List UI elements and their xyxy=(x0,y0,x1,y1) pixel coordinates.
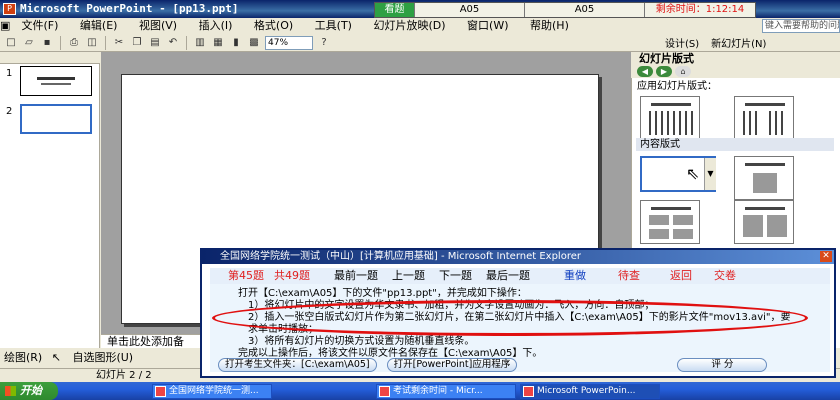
return-button[interactable]: 返回 xyxy=(670,268,692,284)
window-title: Microsoft PowerPoint - [pp13.ppt] xyxy=(20,2,239,15)
windows-logo-icon xyxy=(5,386,16,396)
toolbar-separator xyxy=(186,35,187,50)
highlight-annotation xyxy=(212,300,808,336)
question-line: 打开【C:\exam\A05】下的文件"pp13.ppt"，并完成如下操作： xyxy=(238,288,527,299)
remaining-time: 剩余时间：1:12:14 xyxy=(655,4,745,15)
table-icon[interactable]: ▦ xyxy=(211,36,225,50)
exam-code-2: A05 xyxy=(525,3,645,17)
design-button[interactable]: 设计(S) xyxy=(665,35,699,50)
help-icon[interactable]: ? xyxy=(317,36,331,50)
exam-code: A05 xyxy=(415,3,525,17)
start-label: 开始 xyxy=(20,384,42,397)
ie-icon xyxy=(379,385,390,397)
layout-title-content[interactable] xyxy=(734,156,794,200)
dialog-actions: 打开考生文件夹：[C:\exam\A05] 打开[PowerPoint]应用程序… xyxy=(210,358,830,372)
powerpoint-icon xyxy=(523,385,534,397)
toolbar-separator xyxy=(60,35,61,50)
select-arrow-icon[interactable]: ↖ xyxy=(52,351,61,364)
question-line: 完成以上操作后，将该文件以原文件名保存在【C:\exam\A05】下。 xyxy=(238,348,543,358)
menu-help[interactable]: 帮助(H) xyxy=(530,18,569,34)
last-question-button[interactable]: 最后一题 xyxy=(486,268,530,284)
open-icon[interactable]: ▱ xyxy=(22,36,36,50)
submit-button[interactable]: 交卷 xyxy=(714,268,736,284)
copy-icon[interactable]: ❐ xyxy=(130,36,144,50)
slide-thumbnail-1[interactable] xyxy=(20,66,92,96)
powerpoint-icon: P xyxy=(3,3,16,15)
question-nav: 第45题 共49题 最前一题 上一题 下一题 最后一题 重做 待查 返回 交卷 xyxy=(210,268,830,284)
layout-title-and-list[interactable] xyxy=(640,96,700,140)
task-pane-title: 幻灯片版式 xyxy=(631,52,840,66)
print-icon[interactable]: ⎙ xyxy=(67,36,81,50)
cursor-icon: ⇖ xyxy=(686,164,700,183)
new-icon[interactable]: □ xyxy=(4,36,18,50)
menu-file[interactable]: 文件(F) xyxy=(22,18,59,34)
thumb-number-1: 1 xyxy=(6,68,13,79)
new-slide-button[interactable]: 新幻灯片(N) xyxy=(711,35,766,50)
autoshapes-menu[interactable]: 自选图形(U) xyxy=(72,351,133,364)
view-question-tab[interactable]: 看题 xyxy=(375,3,415,17)
menu-slideshow[interactable]: 幻灯片放映(D) xyxy=(373,18,445,34)
dropdown-arrow-icon[interactable]: ▼ xyxy=(704,158,716,190)
home-icon[interactable]: ⌂ xyxy=(675,66,691,77)
columns-icon[interactable]: ▮ xyxy=(229,36,243,50)
taskbar-item-exam[interactable]: 全国网络学院统一测... xyxy=(152,383,272,399)
forward-icon[interactable]: ▶ xyxy=(656,66,672,77)
pending-button[interactable]: 待查 xyxy=(618,268,640,284)
menu-view[interactable]: 视图(V) xyxy=(139,18,177,34)
toolbar-separator xyxy=(105,35,106,50)
paste-icon[interactable]: ▤ xyxy=(148,36,162,50)
windows-taskbar: 开始 全国网络学院统一测... 考试剩余时间 - Micr... Microso… xyxy=(0,382,840,400)
menu-bar: ▣ 文件(F) 编辑(E) 视图(V) 插入(I) 格式(O) 工具(T) 幻灯… xyxy=(0,18,840,34)
question-line: 3）将所有幻灯片的切换方式设置为随机垂直线条。 xyxy=(248,336,475,347)
help-search-input[interactable]: 键入需要帮助的问题 xyxy=(762,19,840,33)
exam-bar: 看题 A05 A05 剩余时间：1:12:14 xyxy=(374,2,756,18)
document-icon: ▣ xyxy=(0,19,11,32)
undo-icon[interactable]: ↶ xyxy=(166,36,180,50)
start-button[interactable]: 开始 xyxy=(0,382,58,400)
open-folder-button[interactable]: 打开考生文件夹：[C:\exam\A05] xyxy=(218,358,377,372)
standard-toolbar: □ ▱ ▪ ⎙ ◫ ✂ ❐ ▤ ↶ ▥ ▦ ▮ ▩ 47% ? 设计(S) 新幻… xyxy=(0,34,840,52)
menu-insert[interactable]: 插入(I) xyxy=(199,18,233,34)
dialog-title: 全国网络学院统一测试（中山）[计算机应用基础] - Microsoft Inte… xyxy=(202,250,834,264)
zoom-select[interactable]: 47% xyxy=(265,35,313,50)
first-question-button[interactable]: 最前一题 xyxy=(334,268,378,284)
chart-icon[interactable]: ▥ xyxy=(193,36,207,50)
thumb-title-line xyxy=(37,77,75,80)
menu-format[interactable]: 格式(O) xyxy=(254,18,293,34)
layout-blank[interactable]: ⇖ ▼ xyxy=(640,156,716,192)
ie-icon xyxy=(155,385,166,397)
redo-button[interactable]: 重做 xyxy=(564,268,586,284)
draw-menu[interactable]: 绘图(R) xyxy=(4,351,42,364)
cut-icon[interactable]: ✂ xyxy=(112,36,126,50)
slides-thumbnail-pane xyxy=(0,52,100,348)
taskbar-item-timer[interactable]: 考试剩余时间 - Micr... xyxy=(376,383,516,399)
layout-content-two[interactable] xyxy=(734,200,794,244)
next-question-button[interactable]: 下一题 xyxy=(439,268,472,284)
task-pane-nav: ◀ ▶ ⌂ xyxy=(631,66,840,78)
content-layout-section: 内容版式 xyxy=(636,138,834,151)
layout-content-four[interactable] xyxy=(640,200,700,244)
thumb-number-2: 2 xyxy=(6,106,13,117)
slide-thumbnail-2[interactable] xyxy=(20,104,92,134)
slide-counter: 幻灯片 2 / 2 xyxy=(96,370,152,381)
question-total: 共49题 xyxy=(274,269,310,282)
question-number: 第45题 xyxy=(228,269,264,282)
grid-icon[interactable]: ▩ xyxy=(247,36,261,50)
preview-icon[interactable]: ◫ xyxy=(85,36,99,50)
back-icon[interactable]: ◀ xyxy=(637,66,653,77)
open-app-button[interactable]: 打开[PowerPoint]应用程序 xyxy=(386,358,518,372)
thumb-text-line xyxy=(41,83,71,85)
save-icon[interactable]: ▪ xyxy=(40,36,54,50)
taskbar-item-powerpoint[interactable]: Microsoft PowerPoin... xyxy=(520,383,660,399)
pane-tabs[interactable] xyxy=(0,52,100,64)
layout-two-lists[interactable] xyxy=(734,96,794,140)
apply-layout-label: 应用幻灯片版式： xyxy=(637,81,717,92)
close-icon[interactable]: ✕ xyxy=(820,251,832,262)
menu-window[interactable]: 窗口(W) xyxy=(467,18,508,34)
menu-tools[interactable]: 工具(T) xyxy=(315,18,352,34)
menu-edit[interactable]: 编辑(E) xyxy=(80,18,118,34)
score-button[interactable]: 评 分 xyxy=(677,358,768,372)
prev-question-button[interactable]: 上一题 xyxy=(392,268,425,284)
